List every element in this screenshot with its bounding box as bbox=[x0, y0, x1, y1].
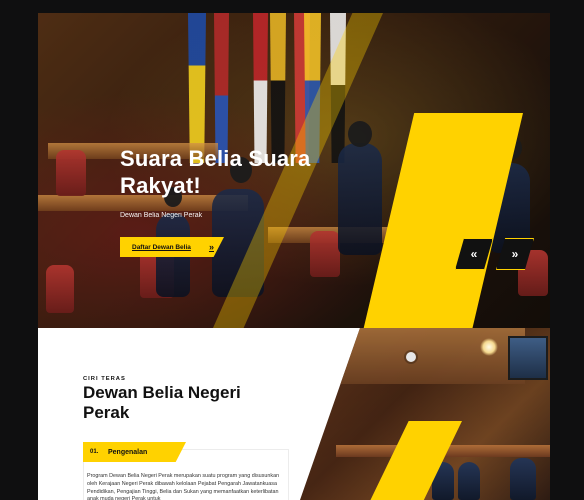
previous-slide-button[interactable]: « bbox=[455, 238, 493, 270]
hero-subtitle: Dewan Belia Negeri Perak bbox=[120, 211, 203, 219]
chair bbox=[46, 265, 74, 313]
feature-number: 01. bbox=[90, 449, 99, 455]
section-title: Dewan Belia Negeri Perak bbox=[83, 383, 241, 423]
chevron-double-left-icon: « bbox=[470, 247, 478, 261]
hero-title: Suara Belia Suara Rakyat! bbox=[120, 146, 311, 199]
flag-red-white bbox=[253, 13, 268, 163]
flag-blue-yellow bbox=[188, 13, 206, 163]
feature-label: Pengenalan bbox=[108, 448, 148, 456]
ciri-teras-section: CIRI TERAS Dewan Belia Negeri Perak 01. … bbox=[38, 328, 550, 500]
chair bbox=[56, 150, 86, 196]
head bbox=[348, 121, 372, 147]
next-slide-button[interactable]: » bbox=[496, 238, 534, 270]
display-screen bbox=[508, 336, 548, 380]
register-button-label: Daftar Dewan Belia bbox=[132, 243, 191, 251]
wood-panel bbox=[335, 328, 525, 384]
carousel-controls: « » bbox=[455, 238, 534, 270]
hero-content: Suara Belia Suara Rakyat! Dewan Belia Ne… bbox=[120, 145, 380, 219]
flag-yellow-dark bbox=[270, 13, 286, 163]
ceiling-light-icon bbox=[406, 352, 416, 362]
section-kicker: CIRI TERAS bbox=[83, 376, 126, 382]
hero-section: Suara Belia Suara Rakyat! Dewan Belia Ne… bbox=[38, 13, 550, 328]
feature-description: Program Dewan Belia Negeri Perak merupak… bbox=[87, 473, 280, 500]
flag-red-blue bbox=[214, 13, 229, 163]
chevron-double-right-icon: » bbox=[511, 247, 519, 261]
chevron-double-right-icon: » bbox=[208, 241, 214, 252]
seated-person bbox=[458, 462, 480, 500]
chair bbox=[310, 231, 340, 277]
register-button[interactable]: Daftar Dewan Belia » bbox=[120, 237, 224, 257]
feature-tab[interactable]: 01. Pengenalan bbox=[83, 442, 186, 462]
seated-person bbox=[510, 458, 536, 500]
lamp-icon bbox=[480, 338, 498, 356]
website-frame: Suara Belia Suara Rakyat! Dewan Belia Ne… bbox=[38, 13, 550, 500]
